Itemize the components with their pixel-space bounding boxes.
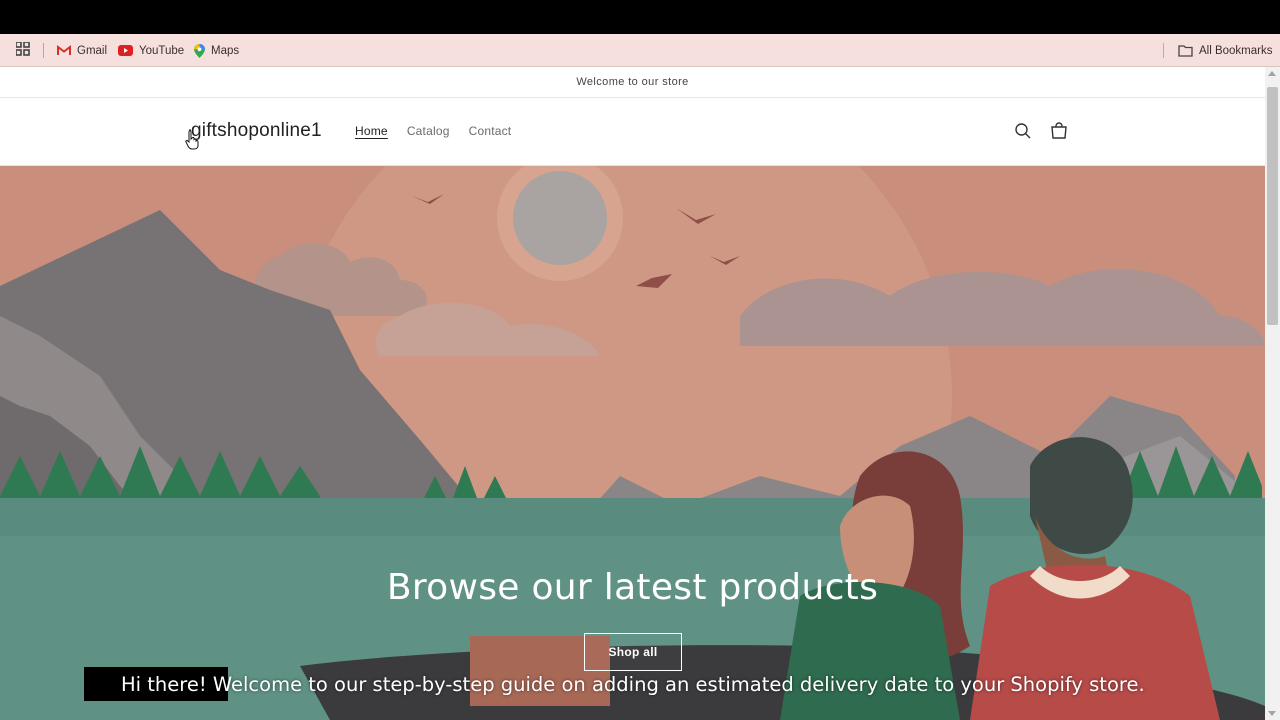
cart-icon[interactable]: [1048, 120, 1070, 142]
scroll-thumb[interactable]: [1267, 87, 1278, 325]
hero-title: Browse our latest products: [386, 567, 879, 608]
announcement-text: Welcome to our store: [576, 76, 689, 88]
shop-all-button[interactable]: Shop all: [584, 633, 682, 671]
nav-catalog[interactable]: Catalog: [407, 124, 450, 138]
hand-cursor-icon: [185, 129, 199, 150]
all-bookmarks-button[interactable]: All Bookmarks: [1178, 34, 1273, 67]
scroll-down-arrow-icon[interactable]: [1268, 711, 1276, 716]
store-logo[interactable]: giftshoponline1: [191, 120, 322, 142]
screen-top-bar: [0, 0, 1280, 34]
caption-text: Hi there! Welcome to our step-by-step gu…: [121, 672, 1145, 696]
folder-icon: [1178, 44, 1193, 57]
scroll-up-arrow-icon[interactable]: [1268, 71, 1276, 76]
bookmark-gmail[interactable]: Gmail: [57, 34, 107, 67]
bookmark-label: YouTube: [139, 44, 185, 57]
bookmark-youtube[interactable]: YouTube: [118, 34, 184, 67]
page-scrollbar[interactable]: [1265, 67, 1280, 720]
hero-banner: Browse our latest products Shop all: [0, 166, 1265, 720]
gmail-icon: [57, 45, 71, 55]
bookmark-label: Maps: [211, 44, 240, 57]
all-bookmarks-label: All Bookmarks: [1199, 44, 1273, 57]
announcement-bar: Welcome to our store: [0, 67, 1265, 98]
apps-grid-icon[interactable]: [16, 42, 30, 56]
main-nav: Home Catalog Contact: [355, 124, 511, 138]
bookmark-label: Gmail: [77, 44, 108, 57]
search-icon[interactable]: [1012, 120, 1034, 142]
video-caption: Hi there! Welcome to our step-by-step gu…: [84, 667, 1145, 701]
nav-home[interactable]: Home: [355, 124, 388, 138]
store-page: Welcome to our store giftshoponline1 Hom…: [0, 67, 1265, 720]
bookmarks-divider: [1163, 43, 1164, 58]
maps-icon: [194, 43, 205, 58]
bookmarks-divider: [43, 43, 44, 58]
bookmark-maps[interactable]: Maps: [194, 34, 239, 67]
youtube-icon: [118, 45, 133, 56]
bookmarks-bar: Gmail YouTube Maps All Bookmarks: [0, 34, 1280, 67]
nav-contact[interactable]: Contact: [469, 124, 512, 138]
